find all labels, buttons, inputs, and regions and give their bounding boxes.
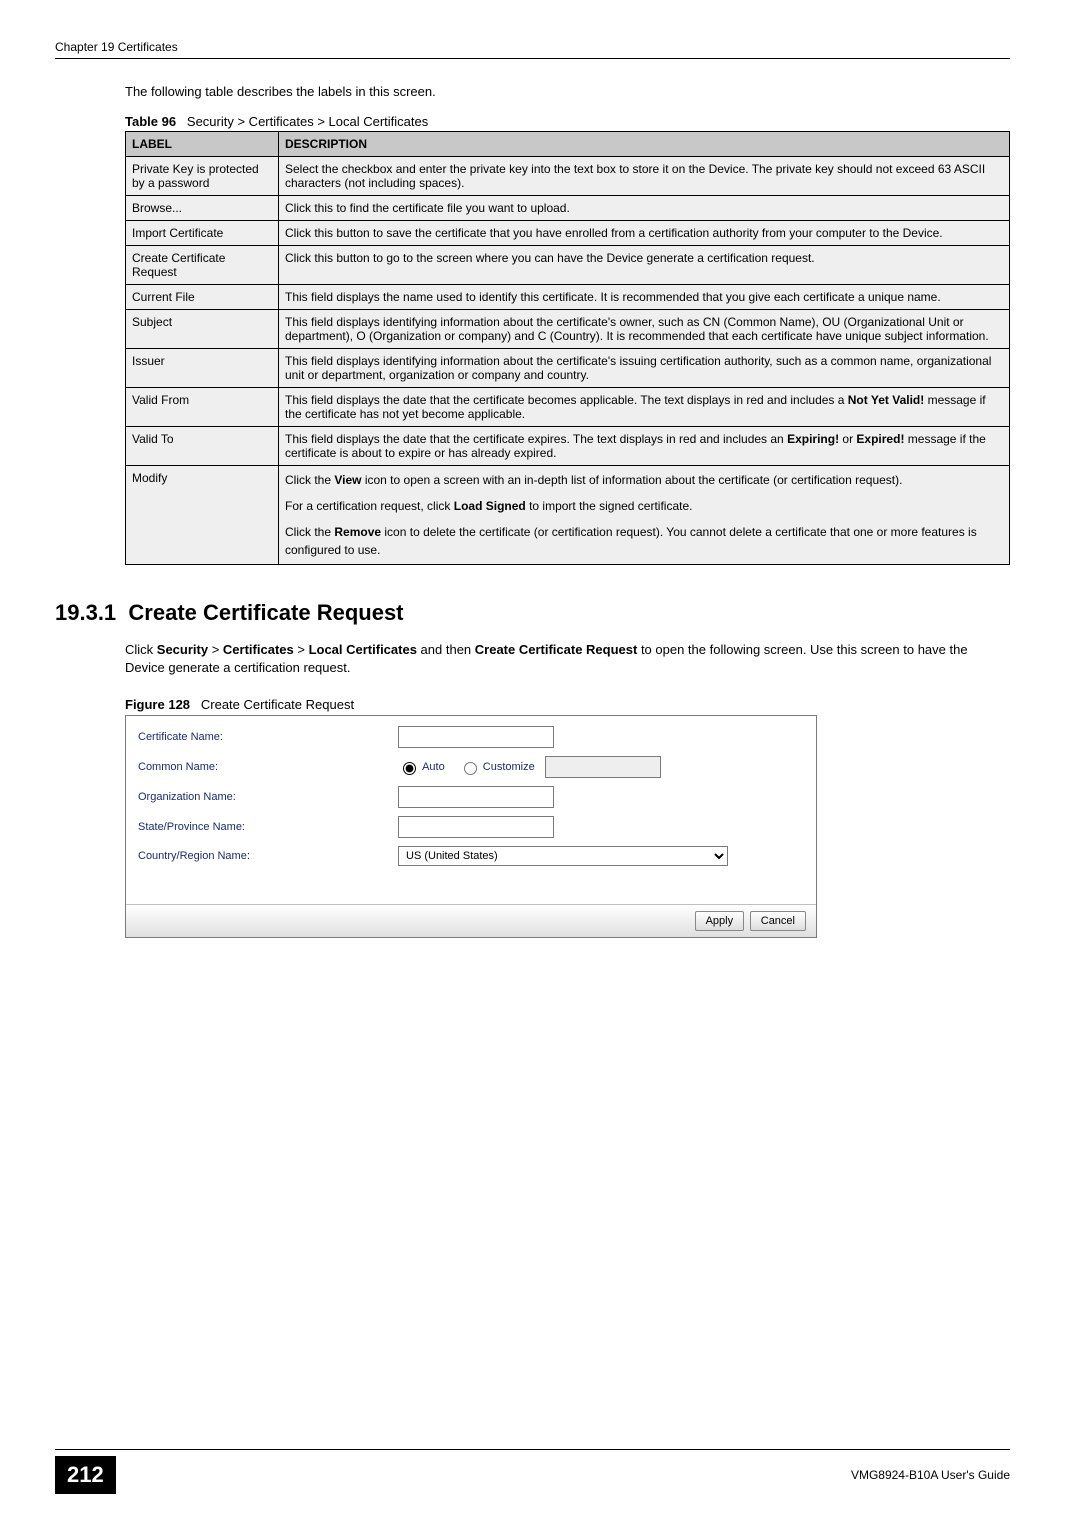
table-row: Valid From This field displays the date …	[126, 388, 1010, 427]
organization-name-label: Organization Name:	[138, 791, 398, 803]
table-row: Browse... Click this to find the certifi…	[126, 196, 1010, 221]
create-cert-request-screenshot: Certificate Name: Common Name: Auto Cust…	[125, 715, 817, 938]
row-label: Subject	[126, 310, 279, 349]
common-name-auto-option[interactable]: Auto	[398, 759, 445, 775]
table-row: Valid To This field displays the date th…	[126, 427, 1010, 466]
common-name-custom-input[interactable]	[545, 756, 661, 778]
row-desc: Click this to find the certificate file …	[279, 196, 1010, 221]
row-desc: This field displays the date that the ce…	[279, 388, 1010, 427]
figure-caption: Figure 128 Create Certificate Request	[125, 697, 1010, 712]
row-label: Browse...	[126, 196, 279, 221]
table-title: Security > Certificates > Local Certific…	[187, 114, 428, 129]
table-number: Table 96	[125, 114, 176, 129]
section-number: 19.3.1	[55, 600, 116, 625]
table-row: Subject This field displays identifying …	[126, 310, 1010, 349]
row-desc: Click this button to save the certificat…	[279, 221, 1010, 246]
auto-radio[interactable]	[403, 762, 416, 775]
customize-label: Customize	[483, 761, 535, 773]
section-title: Create Certificate Request	[128, 600, 403, 625]
apply-button[interactable]: Apply	[695, 911, 745, 931]
figure-number: Figure 128	[125, 697, 190, 712]
table-row: Import Certificate Click this button to …	[126, 221, 1010, 246]
row-label: Create Certificate Request	[126, 246, 279, 285]
chapter-label: Chapter 19 Certificates	[55, 40, 178, 54]
guide-name: VMG8924-B10A User's Guide	[851, 1468, 1010, 1482]
state-province-label: State/Province Name:	[138, 821, 398, 833]
row-desc: This field displays the date that the ce…	[279, 427, 1010, 466]
row-label: Valid From	[126, 388, 279, 427]
table-caption: Table 96 Security > Certificates > Local…	[125, 114, 1010, 129]
labels-table: LABEL DESCRIPTION Private Key is protect…	[125, 131, 1010, 565]
certificate-name-label: Certificate Name:	[138, 731, 398, 743]
customize-radio[interactable]	[464, 762, 477, 775]
row-desc: Click the View icon to open a screen wit…	[279, 466, 1010, 565]
row-label: Import Certificate	[126, 221, 279, 246]
page-number: 212	[55, 1456, 116, 1494]
cancel-button[interactable]: Cancel	[750, 911, 806, 931]
common-name-customize-option[interactable]: Customize	[459, 759, 535, 775]
figure-title: Create Certificate Request	[201, 697, 354, 712]
row-label: Private Key is protected by a password	[126, 157, 279, 196]
certificate-name-input[interactable]	[398, 726, 554, 748]
header-rule	[55, 58, 1010, 59]
col-desc: DESCRIPTION	[279, 132, 1010, 157]
row-desc: This field displays the name used to ide…	[279, 285, 1010, 310]
row-label: Current File	[126, 285, 279, 310]
country-region-select[interactable]: US (United States)	[398, 846, 728, 866]
state-province-input[interactable]	[398, 816, 554, 838]
table-row: Private Key is protected by a password S…	[126, 157, 1010, 196]
organization-name-input[interactable]	[398, 786, 554, 808]
table-row: Issuer This field displays identifying i…	[126, 349, 1010, 388]
row-label: Modify	[126, 466, 279, 565]
col-label: LABEL	[126, 132, 279, 157]
table-row: Modify Click the View icon to open a scr…	[126, 466, 1010, 565]
common-name-label: Common Name:	[138, 761, 398, 773]
table-row: Current File This field displays the nam…	[126, 285, 1010, 310]
table-row: Create Certificate Request Click this bu…	[126, 246, 1010, 285]
footer-rule	[55, 1449, 1010, 1450]
row-desc: This field displays identifying informat…	[279, 310, 1010, 349]
auto-label: Auto	[422, 761, 445, 773]
intro-text: The following table describes the labels…	[125, 84, 1010, 99]
row-desc: Select the checkbox and enter the privat…	[279, 157, 1010, 196]
section-heading: 19.3.1 Create Certificate Request	[55, 600, 1010, 626]
row-desc: Click this button to go to the screen wh…	[279, 246, 1010, 285]
row-label: Issuer	[126, 349, 279, 388]
section-body: Click Security > Certificates > Local Ce…	[125, 641, 1010, 677]
country-region-label: Country/Region Name:	[138, 850, 398, 862]
row-label: Valid To	[126, 427, 279, 466]
row-desc: This field displays identifying informat…	[279, 349, 1010, 388]
